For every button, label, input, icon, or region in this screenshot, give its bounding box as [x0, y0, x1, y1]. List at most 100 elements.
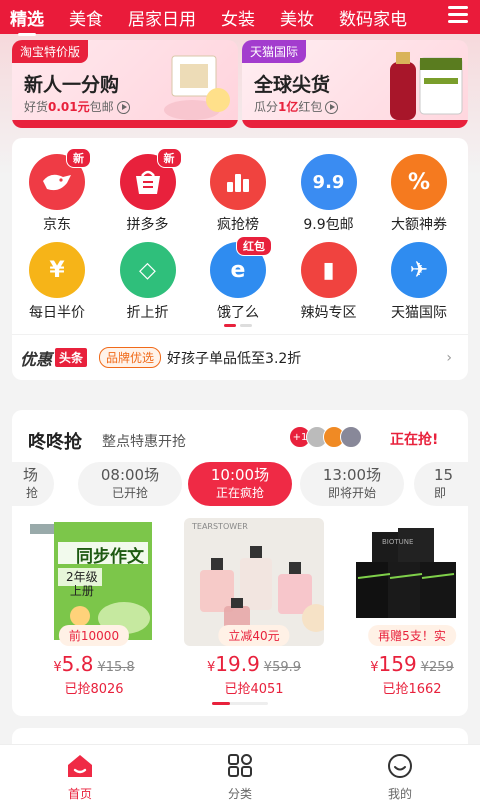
gift-box-illustration — [164, 55, 230, 120]
nav-label: 分类 — [227, 787, 252, 800]
profile-smile-icon — [388, 754, 412, 778]
baby-bottle-icon: ▮ — [300, 242, 357, 298]
shortcut-label: 天猫国际 — [391, 305, 447, 321]
banner-strip — [242, 120, 468, 128]
pinduoduo-icon: 新 — [119, 148, 182, 210]
deals-logo-text: 优惠 — [20, 349, 53, 369]
banner-badge: 淘宝特价版 — [12, 40, 89, 63]
bottom-navigation: 首页 分类 我的 — [0, 744, 480, 800]
shortcut-item[interactable]: ▮ 辣妈专区 — [284, 242, 374, 322]
play-icon — [325, 101, 339, 114]
banner-title: 新人一分购 — [24, 74, 120, 96]
banner-subtitle: 瓜分1亿红包 — [254, 98, 339, 115]
banner-subtitle: 好货0.01元包邮 — [24, 98, 130, 115]
banner-tmall-global[interactable]: 天猫国际 全球尖货 瓜分1亿红包 — [242, 40, 468, 128]
play-icon — [116, 101, 130, 114]
product-image: TEARSTOWER 立减40元 — [184, 518, 324, 646]
grid-page-indicator — [224, 324, 252, 327]
tab-beauty[interactable]: 美妆 — [280, 5, 314, 30]
home-icon — [68, 755, 92, 777]
item-tag-badge: 新 — [156, 148, 182, 168]
tab-home[interactable]: 居家日用 — [128, 5, 196, 30]
session-tab[interactable]: 场抢 — [12, 462, 54, 506]
product-bottles-illustration — [390, 52, 463, 120]
product-card[interactable]: 同步作文 2年级 上册 前10000 ¥5.8 ¥15.8 已抢8026 — [24, 518, 164, 697]
product-image: BIOTUNE 再赠5支！实 — [342, 518, 468, 646]
product-sold-count: 已抢8026 — [64, 682, 124, 697]
ranking-chart-icon — [210, 154, 266, 210]
product-badge: 前10000 — [58, 625, 130, 646]
nav-label: 首页 — [67, 787, 92, 800]
tab-women[interactable]: 女装 — [221, 5, 255, 30]
category-grid-icon — [228, 754, 252, 777]
headline-text: 好孩子单品低至3.2折 — [167, 350, 302, 367]
shortcut-item[interactable]: ¥ 每日半价 — [12, 242, 102, 322]
sale-status: 正在抢! — [390, 432, 439, 448]
shortcut-item[interactable]: 疯抢榜 — [193, 154, 283, 234]
session-tab[interactable]: 15 即 — [414, 462, 468, 506]
deals-logo-badge: 头条 — [55, 348, 88, 367]
shortcut-label: 每日半价 — [29, 305, 85, 321]
product-price: ¥19.9 ¥59.9 — [206, 652, 302, 676]
banner-title: 全球尖货 — [254, 74, 331, 96]
banner-badge: 天猫国际 — [242, 40, 307, 63]
shortcut-label: 饿了么 — [217, 305, 259, 321]
shortcut-grid-card: 新京东新拼多多 疯抢榜 9.9 9.9包邮% 大额神券 ¥ 每日半价 ◇ 折上折 e 红包 饿了么 ▮ 辣… — [12, 138, 468, 380]
product-badge: 立减40元 — [218, 625, 290, 646]
shortcut-label: 疯抢榜 — [217, 217, 259, 233]
tab-food[interactable]: 美食 — [69, 5, 103, 30]
jd-dog-icon: 新 — [29, 148, 91, 210]
banner-new-user[interactable]: 淘宝特价版 新人一分购 好货0.01元包邮 — [12, 40, 238, 128]
product-card[interactable]: BIOTUNE 再赠5支！实 ¥159 ¥259 已抢1662 — [342, 518, 468, 697]
brand-watermark: TEARSTOWER — [192, 522, 248, 531]
product-badge: 再赠5支！实 — [368, 625, 456, 646]
session-tab[interactable]: 13:00场 即将开始 — [300, 462, 404, 506]
session-tabs: 场抢 08:00场 已开抢 10:00场 正在疯抢 13:00场 即将开始 15 即 — [12, 462, 468, 508]
yen-bag-icon: ¥ — [29, 242, 85, 298]
shortcut-label: 拼多多 — [126, 217, 169, 233]
shortcut-item[interactable]: ◇ 折上折 — [103, 242, 193, 322]
menu-icon[interactable] — [448, 6, 468, 26]
session-tab-active[interactable]: 10:00场 正在疯抢 — [188, 462, 292, 506]
shortcut-item[interactable]: % 大额神券 — [374, 154, 464, 234]
buyer-avatars: +1 — [289, 426, 362, 448]
shortcut-label: 9.9包邮 — [303, 217, 354, 233]
product-image: 同步作文 2年级 上册 前10000 — [24, 518, 164, 646]
shortcut-item[interactable]: 新拼多多 — [103, 148, 193, 234]
shortcut-item[interactable]: e 红包饿了么 — [193, 236, 283, 322]
shortcut-label: 辣妈专区 — [300, 305, 357, 321]
product-sold-count: 已抢4051 — [224, 682, 284, 697]
session-tab[interactable]: 08:00场 已开抢 — [78, 462, 182, 506]
tab-digital[interactable]: 数码家电 — [339, 5, 407, 30]
nine-nine-icon: 9.9 — [300, 154, 357, 210]
price-tag-icon: ◇ — [119, 242, 176, 298]
shortcut-item[interactable]: 新京东 — [12, 148, 102, 234]
eleme-icon: e 红包 — [210, 236, 272, 298]
shortcut-item[interactable]: ✈ 天猫国际 — [374, 242, 464, 322]
flash-sale-card: 咚咚抢 整点特惠开抢 +1 正在抢! 场抢 08:00场 已开抢 10:00场 正在… — [12, 410, 468, 716]
nav-home[interactable]: 首页 — [0, 745, 160, 800]
product-sold-count: 已抢1662 — [382, 682, 442, 697]
item-tag-badge: 红包 — [236, 236, 272, 256]
sale-subtitle: 整点特惠开抢 — [102, 434, 186, 450]
shortcut-item[interactable]: 9.9 9.9包邮 — [284, 154, 374, 234]
product-card[interactable]: TEARSTOWER 立减40元 ¥19.9 ¥59.9 已抢4051 — [184, 518, 324, 697]
sale-scroll-indicator — [212, 702, 268, 705]
banner-strip — [12, 120, 238, 128]
shortcut-label: 折上折 — [126, 305, 169, 321]
item-tag-badge: 新 — [66, 148, 91, 168]
tab-featured[interactable]: 精选 — [10, 5, 44, 36]
category-tabs: 精选 美食 居家日用 女装 美妆 数码家电 — [0, 0, 480, 36]
product-price: ¥5.8 ¥15.8 — [53, 652, 135, 676]
nav-profile[interactable]: 我的 — [320, 745, 480, 800]
chevron-right-icon: › — [446, 350, 452, 366]
coupon-icon: % — [391, 154, 447, 210]
brand-pill: 品牌优选 — [99, 347, 162, 368]
airplane-globe-icon: ✈ — [391, 242, 447, 298]
avatar — [340, 426, 362, 448]
sale-title: 咚咚抢 — [28, 432, 82, 453]
product-price: ¥159 ¥259 — [370, 652, 454, 676]
brand-watermark: BIOTUNE — [382, 538, 414, 546]
deals-headline-bar[interactable]: 优惠 头条 品牌优选 好孩子单品低至3.2折 › — [12, 334, 468, 380]
nav-category[interactable]: 分类 — [160, 745, 320, 800]
